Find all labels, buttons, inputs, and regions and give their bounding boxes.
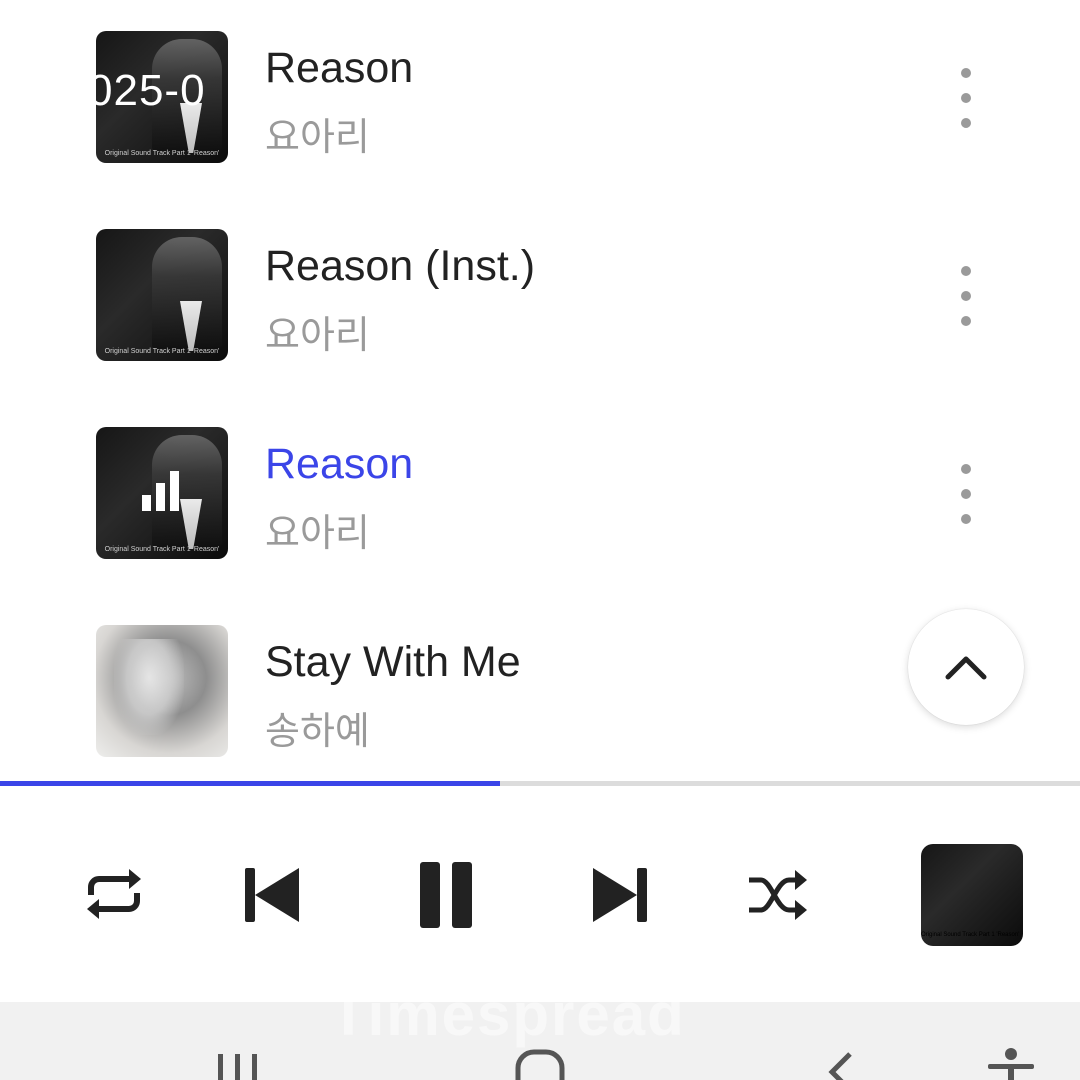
cover-figure (921, 844, 975, 932)
player-controls: Original Sound Track Part 1 'Reason' (0, 786, 1080, 1002)
music-player-screen: Original Sound Track Part 1 'Reason' 025… (0, 0, 1080, 1080)
pause-icon (420, 862, 472, 928)
track-title: Stay With Me (265, 638, 521, 686)
repeat-button[interactable] (82, 864, 146, 924)
chevron-up-icon (945, 656, 987, 680)
more-options-icon[interactable] (946, 464, 986, 524)
cover-caption: Original Sound Track Part 1 'Reason' (104, 348, 220, 355)
track-row[interactable]: Original Sound Track Part 1 'Reason' Rea… (0, 198, 1080, 396)
more-options-icon[interactable] (946, 68, 986, 128)
now-playing-cover[interactable]: Original Sound Track Part 1 'Reason' (921, 844, 1023, 946)
shuffle-icon (749, 870, 807, 920)
track-artist: 요아리 (265, 115, 370, 159)
cover-caption: Original Sound Track Part 1 'Reason' (104, 546, 220, 553)
home-button[interactable] (512, 1048, 568, 1080)
album-cover: Original Sound Track Part 1 'Reason' (96, 229, 228, 361)
recent-apps-button[interactable] (214, 1048, 262, 1080)
previous-button[interactable] (240, 866, 302, 924)
previous-icon (245, 868, 299, 922)
repeat-icon (87, 869, 141, 919)
track-artist: 요아리 (265, 313, 370, 357)
album-cover: Original Sound Track Part 1 'Reason' (96, 427, 228, 559)
track-row[interactable]: Original Sound Track Part 1 'Reason' 025… (0, 0, 1080, 198)
track-title: Reason (Inst.) (265, 242, 536, 290)
scroll-to-top-button[interactable] (908, 609, 1024, 725)
pause-button[interactable] (414, 860, 478, 930)
track-title: Reason (265, 440, 414, 488)
next-icon (593, 868, 647, 922)
overlay-text: 025-0 (88, 66, 206, 115)
recent-apps-icon (218, 1054, 257, 1080)
track-row-now-playing[interactable]: Original Sound Track Part 1 'Reason' Rea… (0, 396, 1080, 594)
home-icon (515, 1049, 565, 1080)
accessibility-icon (988, 1048, 1034, 1080)
shuffle-button[interactable] (746, 870, 810, 920)
system-navigation-bar: Timespread (0, 981, 1080, 1080)
watermark: Timespread (330, 981, 686, 1048)
equalizer-icon (142, 471, 182, 511)
track-title: Reason (265, 44, 414, 92)
track-artist: 요아리 (265, 511, 370, 555)
back-button[interactable] (820, 1048, 860, 1080)
album-cover (96, 625, 228, 757)
next-button[interactable] (590, 866, 652, 924)
cover-caption: Original Sound Track Part 1 'Reason' (104, 150, 220, 157)
track-artist: 송하예 (265, 709, 370, 753)
cover-face (114, 639, 184, 735)
back-icon (828, 1052, 852, 1080)
cover-caption: Original Sound Track Part 1 'Reason' (921, 932, 1020, 938)
more-options-icon[interactable] (946, 266, 986, 326)
accessibility-button[interactable] (984, 1046, 1038, 1080)
